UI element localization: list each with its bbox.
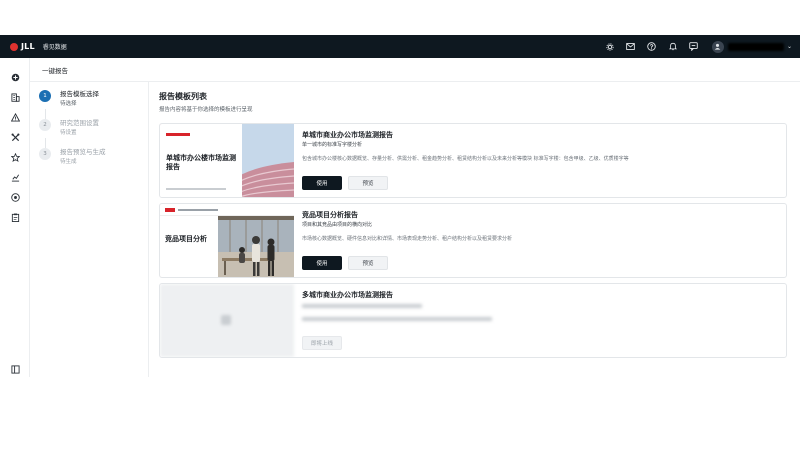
thumbnail-title: 单城市办公楼市场监测报告 [166,154,236,171]
step-progress: 1 报告模板选择 待选择 2 研究范围设置 待设置 3 报告预览与生成 待生成 [30,82,149,377]
chart-icon[interactable] [10,172,20,182]
avatar[interactable] [711,40,724,53]
step-number: 3 [39,148,51,160]
top-actions: ⌄ [594,35,792,58]
username-redacted [727,42,784,51]
step-title: 报告模板选择 [60,90,99,98]
template-thumbnail-placeholder [160,284,294,357]
card-description: 市场核心数据概览、硬件信息对比和详情、市场表现走势分析、租户结构分析以及租赁要求… [302,236,513,242]
user-icon [715,43,721,50]
step-status: 待选择 [60,101,77,107]
preview-button[interactable]: 预览 [348,256,388,270]
alert-icon[interactable] [10,112,20,122]
building-icon[interactable] [10,92,20,102]
card-title: 单城市商业办公市场监测报告 [302,131,393,139]
image-placeholder-icon [221,315,231,325]
step-number: 1 [39,90,51,102]
template-thumbnail: 竞品项目分析 [160,204,294,277]
add-circle-icon[interactable] [10,72,20,82]
card-title: 竞品项目分析报告 [302,211,358,219]
use-button[interactable]: 使用 [302,176,342,190]
template-list-panel: 报告模板列表 报告内容将基于你选择的模板进行呈现 单城市办公楼市场监测报告 单城… [149,82,800,377]
template-card-single-city: 单城市办公楼市场监测报告 单城市商业办公市场监测报告 单一城市的标准写字楼分析 … [159,123,787,198]
page-title: 一键报告 [42,66,68,75]
app-window: JLL 睿见数据 ⌄ 一键报告 1 报告模板选择 待选择 2 研究范围设置 待设… [0,35,800,377]
top-bar: JLL 睿见数据 ⌄ [0,35,800,58]
thumbnail-title: 竞品项目分析 [165,235,207,243]
template-thumbnail: 单城市办公楼市场监测报告 [160,124,294,197]
thumbnail-header [160,204,294,216]
clipboard-icon[interactable] [10,212,20,222]
help-icon[interactable] [647,42,657,52]
page-header: 一键报告 [30,58,800,82]
step-scope-settings[interactable]: 2 研究范围设置 待设置 [39,119,99,137]
thumbnail-cover: 竞品项目分析 [160,216,218,277]
use-button[interactable]: 使用 [302,256,342,270]
step-template-select[interactable]: 1 报告模板选择 待选择 [39,90,99,108]
jll-logo-mark [166,133,190,136]
template-card-multi-city: 多城市商业办公市场监测报告 即将上线 [159,283,787,358]
thumbnail-meta [166,188,226,190]
card-details-blurred [302,304,772,321]
collapse-icon[interactable] [10,364,20,374]
jll-logo-mark [165,208,175,212]
gear-icon[interactable] [605,42,615,52]
brand-logo[interactable]: JLL [10,42,35,51]
bell-icon[interactable] [668,42,678,52]
step-title: 研究范围设置 [60,119,99,127]
step-status: 待设置 [60,130,77,136]
chevron-down-icon[interactable]: ⌄ [787,43,792,50]
step-number: 2 [39,119,51,131]
product-name: 睿见数据 [42,44,67,51]
card-title: 多城市商业办公市场监测报告 [302,291,393,299]
section-title: 报告模板列表 [159,92,207,101]
template-card-competitor: 竞品项目分析 竞品项目分析报告 项目和其竞品由项目的横向对比 市场核心数据概览、… [159,203,787,278]
plus-circle-icon[interactable] [10,192,20,202]
tools-icon[interactable] [10,132,20,142]
mail-icon[interactable] [626,42,636,52]
sidebar-rail [0,58,30,377]
step-title: 报告预览与生成 [60,148,106,156]
card-subtitle: 项目和其竞品由项目的横向对比 [302,222,373,228]
card-subtitle: 单一城市的标准写字楼分析 [302,142,363,148]
card-description: 包含城市办公楼核心数据概览、存量分析、供需分析、租金趋势分析、租赁结构分析以及未… [302,156,629,162]
preview-button[interactable]: 预览 [348,176,388,190]
brand-name: JLL [21,42,35,51]
message-icon[interactable] [689,42,699,52]
thumbnail-cover: 单城市办公楼市场监测报告 [160,124,242,197]
section-subtitle: 报告内容将基于你选择的模板进行呈现 [159,107,253,113]
coming-soon-button: 即将上线 [302,336,342,350]
brand-mark-icon [10,42,18,51]
step-preview-generate[interactable]: 3 报告预览与生成 待生成 [39,148,106,166]
star-icon[interactable] [10,152,20,162]
step-status: 待生成 [60,159,77,165]
